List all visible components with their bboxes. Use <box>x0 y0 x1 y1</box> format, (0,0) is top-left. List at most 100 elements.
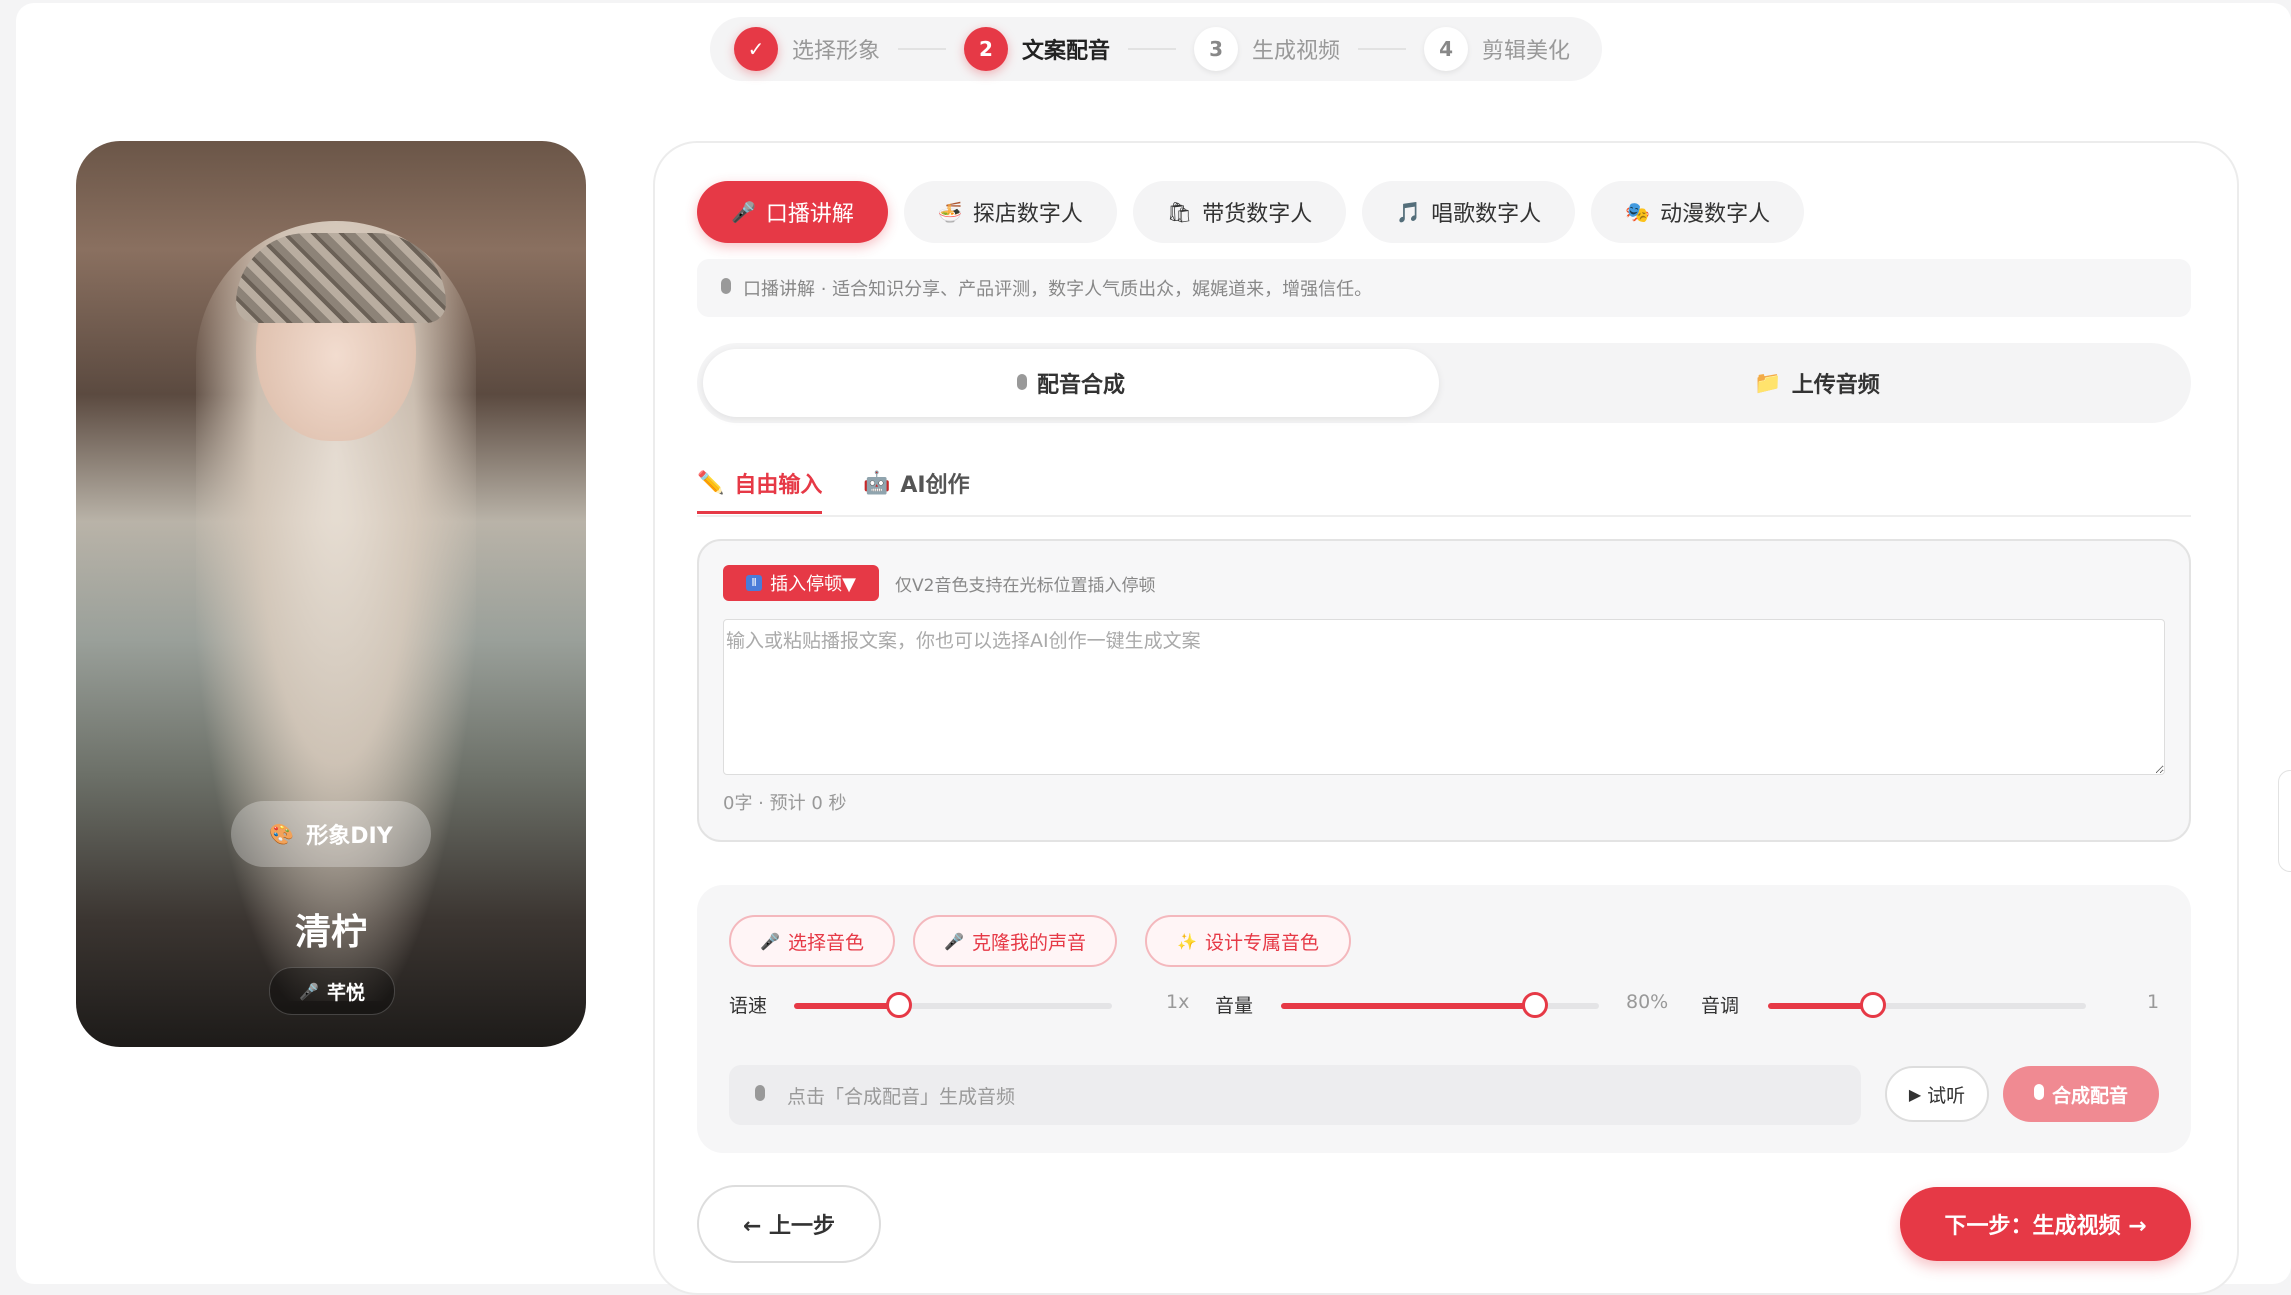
voice-sliders: 语速 1x 音量 80% 音调 1 <box>729 985 2159 1025</box>
progress-stepper: ✓ 选择形象 2 文案配音 3 生成视频 4 剪辑美化 <box>710 17 1602 81</box>
shopping-bag-icon: 🛍 <box>1166 200 1193 224</box>
script-textarea[interactable] <box>723 619 2165 775</box>
sparkles-icon: ✨ <box>1177 931 1197 951</box>
pause-hint: 仅V2音色支持在光标位置插入停顿 <box>895 576 1156 596</box>
step-divider <box>1358 48 1407 50</box>
pitch-slider-fill <box>1768 1003 1873 1009</box>
step-generate-video[interactable]: 3 生成视频 <box>1194 27 1340 71</box>
volume-label: 音量 <box>1215 995 1254 1017</box>
audio-mode-toggle: 配音合成 📁 上传音频 <box>697 343 2191 423</box>
pencil-icon: ✏️ <box>697 470 725 496</box>
step-1-check-icon: ✓ <box>734 27 778 71</box>
tab-free-input[interactable]: ✏️ 自由输入 <box>697 455 823 514</box>
step-edit-polish[interactable]: 4 剪辑美化 <box>1424 27 1570 71</box>
tab-ai-create[interactable]: 🤖 AI创作 <box>863 455 970 511</box>
music-note-icon: 🎵 <box>1396 200 1422 224</box>
side-drawer-handle[interactable] <box>2278 770 2291 872</box>
step-select-avatar[interactable]: ✓ 选择形象 <box>734 27 880 71</box>
robot-icon: 🤖 <box>863 470 891 496</box>
avatar-hat <box>236 233 446 323</box>
speed-value: 1x <box>1166 991 1190 1013</box>
select-voice-label: 选择音色 <box>787 931 864 954</box>
volume-slider-fill <box>1281 1003 1536 1009</box>
design-voice-label: 设计专属音色 <box>1204 931 1319 954</box>
voice-settings-panel: 🎤 选择音色 🎤 克隆我的声音 ✨ 设计专属音色 语速 1x 音量 80% 音调… <box>697 885 2191 1153</box>
script-source-tabs: ✏️ 自由输入 🤖 AI创作 <box>697 443 2191 517</box>
play-icon: ▶ <box>1908 1084 1922 1104</box>
volume-slider[interactable] <box>1281 992 1599 1018</box>
folder-icon: 📁 <box>1754 370 1782 396</box>
microphone-icon <box>721 277 731 299</box>
avatar-diy-label: 形象DIY <box>306 824 393 849</box>
category-description: 口播讲解 · 适合知识分享、产品评测，数字人气质出众，娓娓道来，增强信任。 <box>697 259 2191 317</box>
design-voice-button[interactable]: ✨ 设计专属音色 <box>1145 915 1351 967</box>
synthesize-voice-label: 合成配音 <box>2051 1084 2128 1107</box>
mode-upload-audio-label: 上传音频 <box>1791 373 1880 398</box>
noodle-bowl-icon: 🍜 <box>937 200 963 224</box>
pause-icon: Ⅱ <box>746 575 763 591</box>
synthesis-status-text: 点击「合成配音」生成音频 <box>787 1085 1016 1108</box>
clone-voice-button[interactable]: 🎤 克隆我的声音 <box>913 915 1117 967</box>
pitch-label: 音调 <box>1701 995 1740 1017</box>
speed-label: 语速 <box>729 995 768 1017</box>
category-tab-talk[interactable]: 🎤 口播讲解 <box>697 181 888 243</box>
next-step-button[interactable]: 下一步：生成视频 → <box>1900 1187 2191 1261</box>
mode-voice-synthesis-label: 配音合成 <box>1036 373 1125 398</box>
step-2-number: 2 <box>964 27 1009 71</box>
step-4-label: 剪辑美化 <box>1482 39 1571 64</box>
step-1-label: 选择形象 <box>792 39 881 64</box>
speed-slider-thumb[interactable] <box>885 992 912 1018</box>
insert-pause-button[interactable]: Ⅱ 插入停顿▼ <box>723 565 879 601</box>
avatar-voice-name: 芊悦 <box>326 981 365 1004</box>
mode-upload-audio[interactable]: 📁 上传音频 <box>1449 349 2185 417</box>
tab-free-input-label: 自由输入 <box>734 473 823 498</box>
tab-ai-create-label: AI创作 <box>900 473 970 498</box>
pitch-slider-thumb[interactable] <box>1859 992 1886 1018</box>
step-divider <box>898 48 947 50</box>
synthesis-status: 点击「合成配音」生成音频 <box>729 1065 1861 1125</box>
microphone-icon: 🎤 <box>944 931 964 951</box>
volume-slider-thumb[interactable] <box>1522 992 1549 1018</box>
category-tabs: 🎤 口播讲解 🍜 探店数字人 🛍 带货数字人 🎵 唱歌数字人 🎭 动漫数字人 <box>697 181 1820 243</box>
microphone-icon <box>1016 371 1027 396</box>
step-3-number: 3 <box>1194 27 1239 71</box>
category-tab-sales[interactable]: 🛍 带货数字人 <box>1132 181 1347 243</box>
step-3-label: 生成视频 <box>1252 39 1341 64</box>
category-tab-label: 唱歌数字人 <box>1431 202 1542 227</box>
microphone-icon <box>755 1084 765 1106</box>
mode-voice-synthesis[interactable]: 配音合成 <box>703 349 1439 417</box>
category-tab-label: 带货数字人 <box>1202 202 1313 227</box>
avatar-voice-badge[interactable]: 🎤 芊悦 <box>269 967 395 1015</box>
insert-pause-label: 插入停顿▼ <box>770 574 856 595</box>
microphone-icon: 🎤 <box>299 981 319 1001</box>
select-voice-button[interactable]: 🎤 选择音色 <box>729 915 895 967</box>
pitch-slider[interactable] <box>1768 992 2086 1018</box>
microphone-icon <box>2033 1083 2044 1105</box>
synthesize-voice-button[interactable]: 合成配音 <box>2003 1066 2159 1122</box>
category-tab-label: 探店数字人 <box>972 202 1083 227</box>
preview-audio-label: 试听 <box>1927 1084 1966 1107</box>
speed-slider-fill <box>794 1003 899 1009</box>
avatar-card[interactable]: 🎨 形象DIY 清柠 🎤 芊悦 <box>76 141 586 1047</box>
microphone-icon: 🎤 <box>731 200 756 224</box>
category-tab-label: 口播讲解 <box>765 202 854 227</box>
step-divider <box>1128 48 1177 50</box>
palette-icon: 🎨 <box>269 822 295 846</box>
step-4-number: 4 <box>1424 27 1469 71</box>
category-tab-anime[interactable]: 🎭 动漫数字人 <box>1591 181 1805 243</box>
speed-slider[interactable] <box>794 992 1112 1018</box>
microphone-icon: 🎤 <box>760 931 780 951</box>
category-tab-store-visit[interactable]: 🍜 探店数字人 <box>903 181 1117 243</box>
step-2-label: 文案配音 <box>1022 39 1111 64</box>
category-description-text: 口播讲解 · 适合知识分享、产品评测，数字人气质出众，娓娓道来，增强信任。 <box>743 279 1373 300</box>
preview-audio-button[interactable]: ▶ 试听 <box>1885 1066 1989 1122</box>
theater-masks-icon: 🎭 <box>1625 200 1651 224</box>
volume-value: 80% <box>1626 991 1669 1013</box>
previous-step-button[interactable]: ← 上一步 <box>697 1185 881 1263</box>
category-tab-singing[interactable]: 🎵 唱歌数字人 <box>1362 181 1576 243</box>
step-script-voice[interactable]: 2 文案配音 <box>964 27 1110 71</box>
avatar-diy-button[interactable]: 🎨 形象DIY <box>231 801 431 867</box>
clone-voice-label: 克隆我的声音 <box>971 931 1086 954</box>
category-tab-label: 动漫数字人 <box>1660 202 1771 227</box>
char-count: 0字 · 预计 0 秒 <box>723 793 847 814</box>
